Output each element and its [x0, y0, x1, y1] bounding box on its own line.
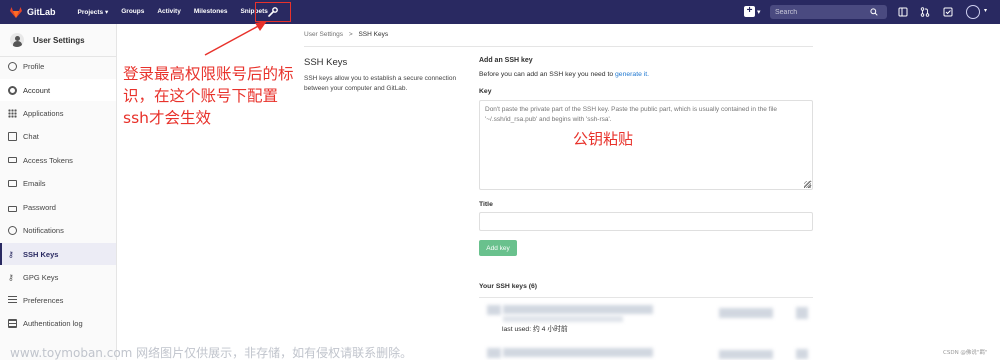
watermark-text: www.toymoban.com 网络图片仅供展示，非存储，如有侵权请联系删除。	[10, 346, 413, 360]
annotation-arrow	[204, 21, 267, 56]
annotation-key-note: 公钥粘贴	[573, 130, 634, 148]
annotation-admin-note: 登录最高权限账号后的标识，在这个账号下配置ssh才会生效	[123, 65, 294, 127]
credit-text: CSDN @佛说"羁"	[943, 350, 988, 356]
